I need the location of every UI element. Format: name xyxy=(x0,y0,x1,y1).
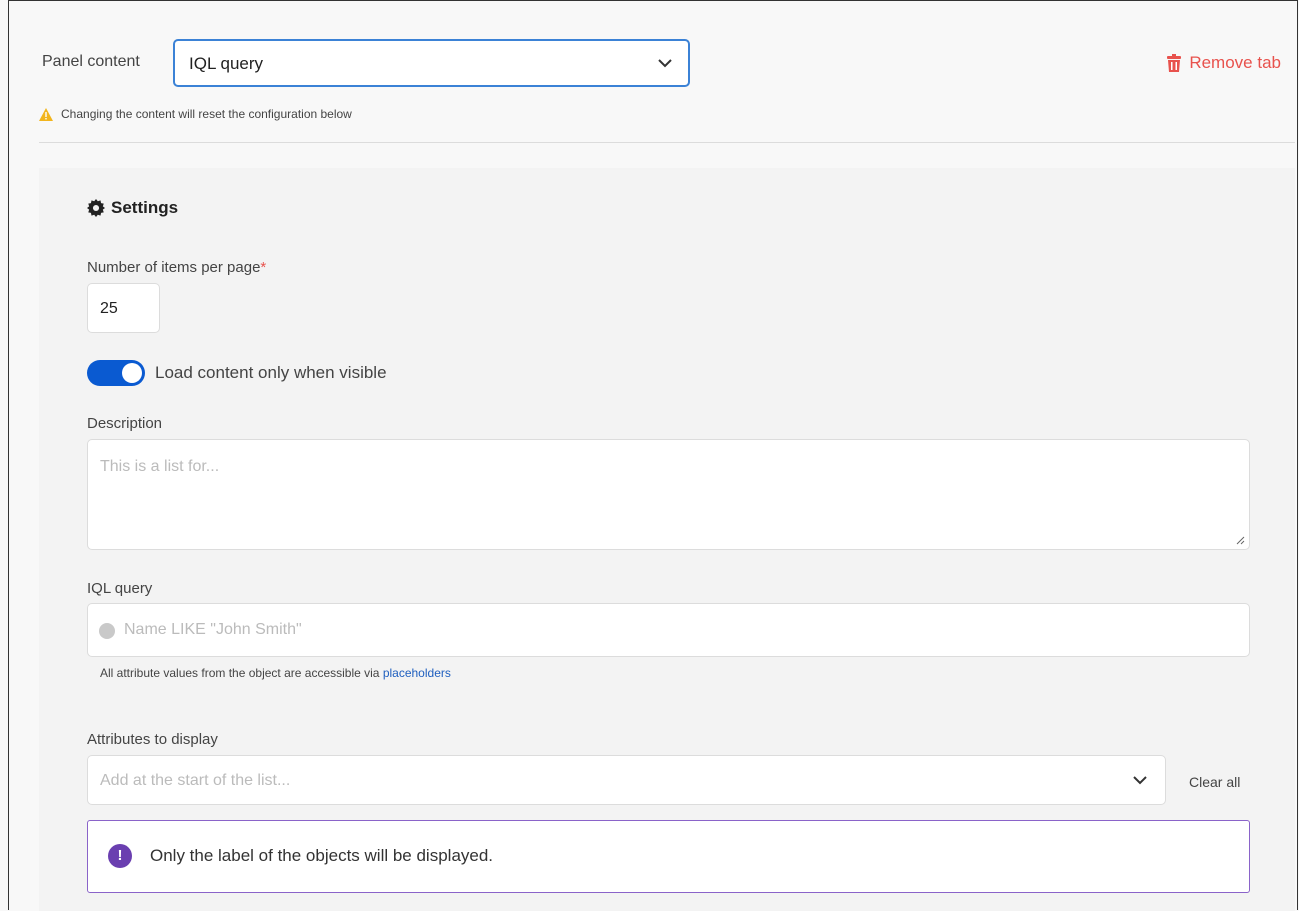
content-change-warning: Changing the content will reset the conf… xyxy=(39,107,352,121)
info-message: Only the label of the objects will be di… xyxy=(150,846,494,865)
status-dot-icon xyxy=(99,623,115,639)
clear-all-button[interactable]: Clear all xyxy=(1189,774,1240,790)
settings-card: Settings Number of items per page* 25 Lo… xyxy=(39,168,1295,911)
exclamation-icon: ! xyxy=(108,844,132,868)
description-label: Description xyxy=(87,415,163,432)
remove-tab-label: Remove tab xyxy=(1189,53,1281,72)
toggle-knob xyxy=(122,363,142,383)
attributes-select[interactable]: Add at the start of the list... xyxy=(87,755,1166,805)
chevron-down-icon xyxy=(658,59,672,68)
iql-hint-text: All attribute values from the object are… xyxy=(100,666,383,680)
iql-query-label: IQL query xyxy=(87,580,153,597)
chevron-down-icon xyxy=(1133,776,1147,785)
warning-icon xyxy=(39,107,53,121)
load-when-visible-toggle[interactable] xyxy=(87,360,145,386)
tab-config-panel: Panel content IQL query Remove tab Chang… xyxy=(8,0,1298,911)
panel-content-select[interactable]: IQL query xyxy=(173,39,690,87)
load-when-visible-label: Load content only when visible xyxy=(155,363,387,382)
info-message-box: ! Only the label of the objects will be … xyxy=(87,820,1250,893)
placeholders-link[interactable]: placeholders xyxy=(383,666,451,680)
resize-handle-icon[interactable] xyxy=(1235,535,1245,545)
settings-title: Settings xyxy=(111,198,179,217)
items-per-page-label-text: Number of items per page xyxy=(87,259,261,276)
settings-heading: Settings xyxy=(87,198,178,218)
iql-query-input[interactable]: Name LIKE "John Smith" xyxy=(87,603,1250,657)
iql-query-placeholder: Name LIKE "John Smith" xyxy=(124,621,302,638)
attributes-placeholder: Add at the start of the list... xyxy=(100,772,291,789)
trash-icon xyxy=(1167,54,1182,72)
divider xyxy=(39,142,1295,143)
remove-tab-button[interactable]: Remove tab xyxy=(1164,53,1281,73)
items-per-page-label: Number of items per page* xyxy=(87,259,266,276)
required-mark: * xyxy=(260,259,267,276)
iql-hint: All attribute values from the object are… xyxy=(100,666,451,680)
description-textarea[interactable]: This is a list for... xyxy=(87,439,1250,550)
gear-icon xyxy=(87,199,105,217)
description-placeholder: This is a list for... xyxy=(100,458,220,475)
items-per-page-input[interactable]: 25 xyxy=(87,283,160,333)
panel-content-label: Panel content xyxy=(42,53,140,70)
panel-content-value: IQL query xyxy=(189,54,264,73)
warning-text: Changing the content will reset the conf… xyxy=(61,107,352,121)
attributes-label: Attributes to display xyxy=(87,731,218,748)
